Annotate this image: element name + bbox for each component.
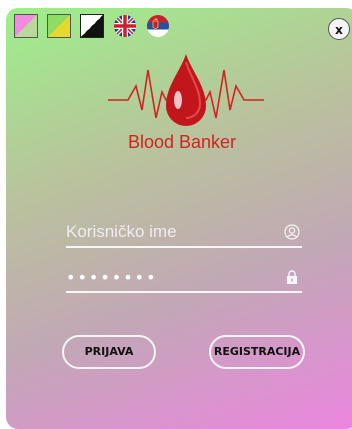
theme-pink-green-button[interactable] [14, 14, 38, 38]
blood-drop-heartbeat-logo [108, 54, 264, 126]
login-button[interactable]: PRIJAVA [62, 335, 156, 369]
password-input[interactable] [66, 265, 266, 289]
login-window: x Blood Banker PRIJAVA REGISTRACIJA [6, 8, 352, 429]
user-icon [284, 224, 300, 240]
serbian-flag-icon[interactable] [147, 15, 169, 37]
username-input[interactable] [66, 220, 266, 244]
app-title: Blood Banker [127, 132, 237, 152]
english-flag-icon[interactable] [114, 15, 136, 37]
lock-icon [287, 270, 297, 284]
close-button[interactable]: x [328, 18, 350, 40]
theme-green-yellow-button[interactable] [47, 14, 71, 38]
register-button[interactable]: REGISTRACIJA [209, 335, 305, 369]
theme-black-white-button[interactable] [80, 14, 104, 38]
username-field[interactable] [66, 218, 302, 248]
password-field[interactable] [66, 263, 302, 293]
